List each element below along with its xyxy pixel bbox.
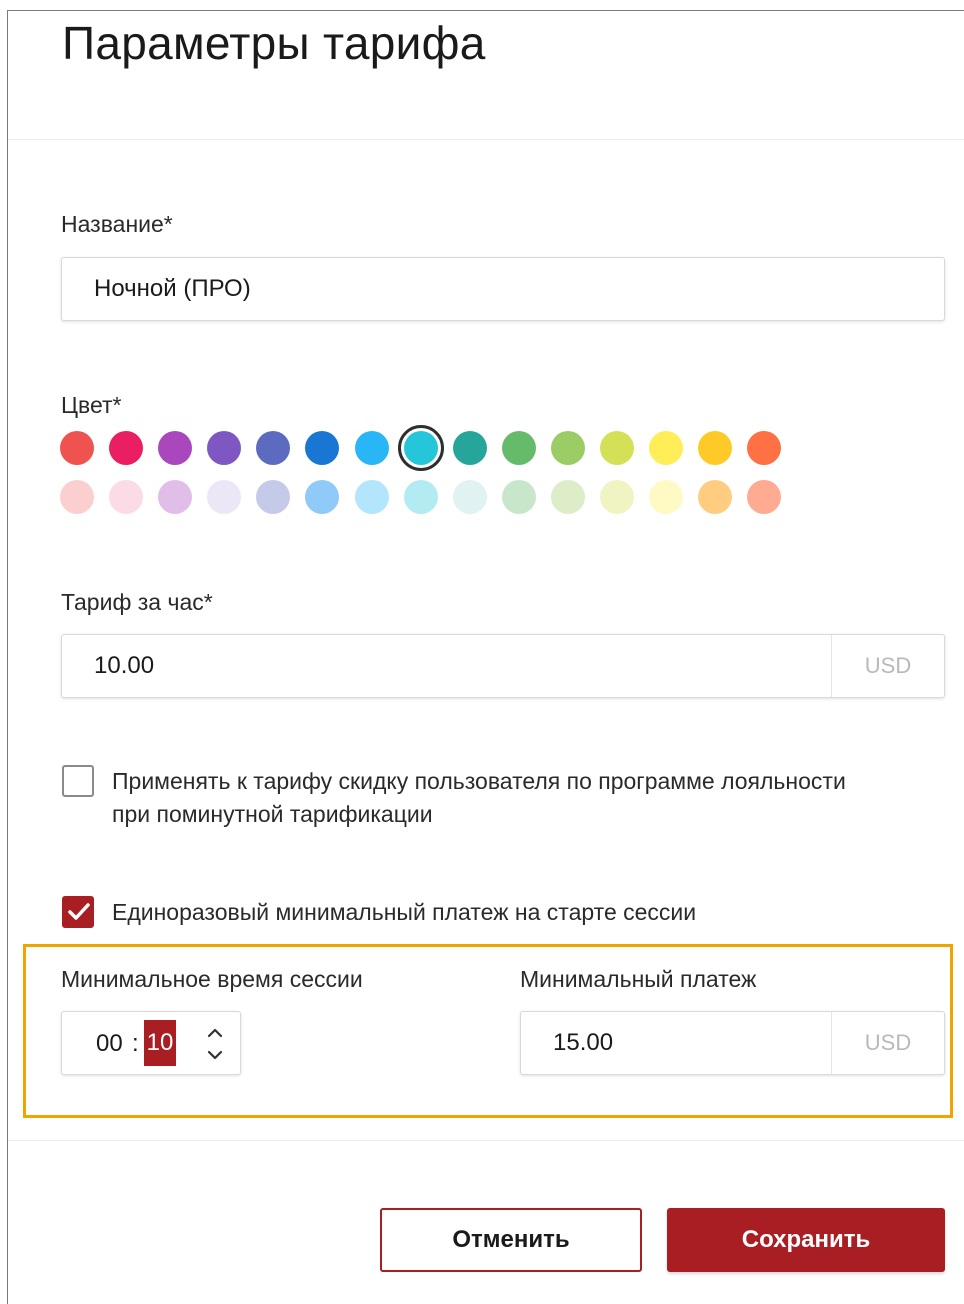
color-swatch-light-13[interactable]: [649, 480, 684, 514]
check-icon: [68, 903, 90, 920]
color-swatch-saturated-15[interactable]: [747, 431, 782, 465]
rate-currency-suffix: USD: [831, 635, 944, 697]
color-row-saturated: [60, 425, 796, 471]
color-row-light: [60, 480, 796, 514]
color-swatch-light-9[interactable]: [452, 480, 487, 514]
min-session-time-label: Минимальное время сессии: [61, 966, 363, 992]
color-swatch-light-10[interactable]: [501, 480, 536, 514]
time-separator: :: [132, 1030, 139, 1057]
color-swatch-saturated-9[interactable]: [452, 431, 487, 465]
color-swatch-light-15[interactable]: [747, 480, 782, 514]
color-swatch-saturated-10[interactable]: [501, 431, 536, 465]
color-swatch-saturated-8[interactable]: [397, 425, 444, 471]
min-payment-input[interactable]: 15.00 USD: [520, 1011, 945, 1075]
color-swatch-light-12[interactable]: [600, 480, 635, 514]
min-payment-amount-label: Минимальный платеж: [520, 966, 757, 992]
color-swatch-saturated-3[interactable]: [158, 431, 193, 465]
color-picker: [60, 425, 796, 514]
color-label: Цвет*: [61, 392, 122, 418]
color-swatch-saturated-5[interactable]: [256, 431, 291, 465]
color-swatch-light-7[interactable]: [354, 480, 389, 514]
min-payment-label: Единоразовый минимальный платеж на старт…: [112, 899, 697, 925]
name-label: Название*: [61, 211, 173, 237]
color-swatch-saturated-4[interactable]: [207, 431, 242, 465]
color-swatch-saturated-1[interactable]: [60, 431, 94, 465]
name-input[interactable]: Ночной (ПРО): [61, 257, 945, 321]
loyalty-discount-checkbox[interactable]: [62, 765, 94, 797]
min-payment-checkbox[interactable]: [62, 896, 94, 928]
footer-divider: [8, 1140, 964, 1141]
color-swatch-light-8[interactable]: [403, 480, 438, 514]
stepper-icon[interactable]: [204, 1022, 226, 1066]
color-swatch-light-2[interactable]: [109, 480, 144, 514]
save-button[interactable]: Сохранить: [667, 1208, 945, 1272]
cancel-button[interactable]: Отменить: [380, 1208, 642, 1272]
color-swatch-light-1[interactable]: [60, 480, 94, 514]
color-swatch-saturated-11[interactable]: [550, 431, 585, 465]
color-swatch-light-4[interactable]: [207, 480, 242, 514]
color-swatch-saturated-6[interactable]: [305, 431, 340, 465]
rate-label: Тариф за час*: [61, 589, 213, 615]
color-swatch-light-11[interactable]: [550, 480, 585, 514]
min-payment-input-value: 15.00: [553, 1029, 614, 1056]
color-swatch-saturated-12[interactable]: [600, 431, 635, 465]
loyalty-discount-label-line2: при поминутной тарификации: [112, 801, 433, 827]
rate-input[interactable]: 10.00 USD: [61, 634, 945, 698]
time-minutes[interactable]: 10: [144, 1020, 176, 1066]
color-swatch-saturated-14[interactable]: [698, 431, 733, 465]
page-title: Параметры тарифа: [62, 17, 486, 69]
color-swatch-saturated-7[interactable]: [354, 431, 389, 465]
color-swatch-light-3[interactable]: [158, 480, 193, 514]
min-payment-currency-suffix: USD: [831, 1012, 944, 1074]
min-session-time-input[interactable]: 00 : 10: [61, 1011, 241, 1075]
color-swatch-light-14[interactable]: [698, 480, 733, 514]
loyalty-discount-label-line1: Применять к тарифу скидку пользователя п…: [112, 768, 846, 794]
color-swatch-light-6[interactable]: [305, 480, 340, 514]
loyalty-discount-label: Применять к тарифу скидку пользователя п…: [112, 765, 846, 831]
rate-input-value: 10.00: [94, 652, 155, 679]
color-swatch-saturated-13[interactable]: [649, 431, 684, 465]
name-input-value: Ночной (ПРО): [94, 275, 251, 302]
color-swatch-saturated-2[interactable]: [109, 431, 144, 465]
color-swatch-light-5[interactable]: [256, 480, 291, 514]
time-hours[interactable]: 00: [96, 1030, 123, 1058]
header-divider: [8, 139, 964, 140]
